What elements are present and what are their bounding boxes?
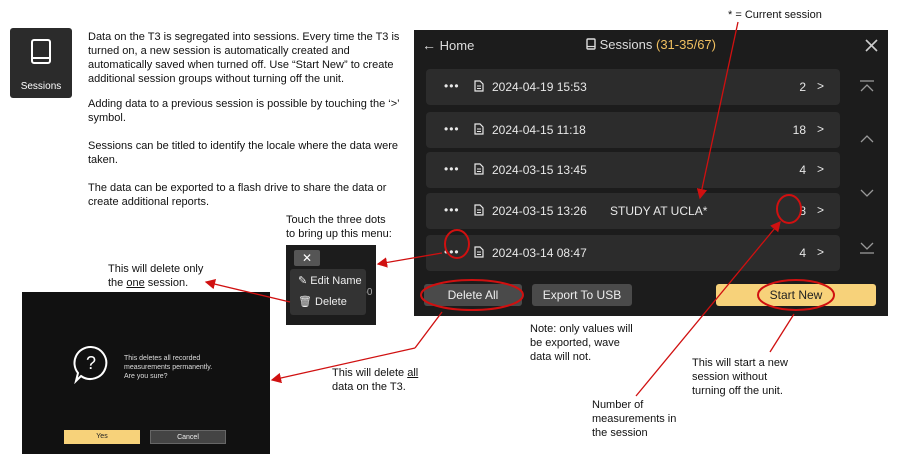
chevron-right-icon[interactable]: > [817,122,824,136]
start-new-note-2: session without [692,371,768,383]
session-row[interactable]: ••• 2024-03-15 13:45 4 > [426,152,840,188]
delete-one-note-2: the one session. [108,277,189,289]
home-label: Home [439,38,475,53]
panel-title: Sessions (31-35/67) [586,37,716,52]
add-data-text: Adding data to a previous session is pos… [88,98,400,124]
delete-label: Delete [315,296,347,308]
chevron-right-icon[interactable]: > [817,203,824,217]
chevron-right-icon[interactable]: > [817,79,824,93]
scroll-bottom-icon[interactable] [859,240,875,254]
values-note-2: be exported, wave [530,337,620,349]
delete-all-button[interactable]: Delete All [424,284,522,306]
row-menu-dots[interactable]: ••• [444,245,460,259]
dialog-line-1: This deletes all recorded [124,355,201,362]
document-icon [474,204,484,216]
delete-one-note-1: This will delete only [108,263,204,275]
confirm-delete-dialog: ? This deletes all recorded measurements… [22,292,270,454]
export-usb-button[interactable]: Export To USB [532,284,632,306]
scroll-down-icon[interactable] [859,188,875,198]
values-note-3: data will not. [530,351,592,363]
row-menu-dots[interactable]: ••• [444,122,460,136]
session-date: 2024-03-15 13:26 [492,204,587,218]
dialog-line-2: measurements permanently. [124,364,213,371]
trash-icon: 🗑 [298,296,312,308]
start-new-note-1: This will start a new [692,357,788,369]
document-icon [474,80,484,92]
session-count: 18 [792,123,806,137]
document-icon [474,246,484,258]
session-row[interactable]: ••• 2024-04-19 15:53 2 > [426,69,840,105]
document-icon [474,163,484,175]
row-menu-dots[interactable]: ••• [444,203,460,217]
panel-range: (31-35/67) [656,37,716,52]
delete-all-note-2: data on the T3. [332,381,406,393]
export-text: The data can be exported to a flash driv… [88,182,387,208]
session-count: 4 [799,246,806,260]
sessions-panel: ← Home Sessions (31-35/67) ••• 2024-04-1… [414,30,888,316]
sessions-icon-tile[interactable]: Sessions [10,28,72,98]
scroll-up-icon[interactable] [859,134,875,144]
intro-text: Data on the T3 is segregated into sessio… [88,31,400,85]
delete-menu-item[interactable]: 🗑 Delete [298,295,347,308]
panel-header: ← Home Sessions (31-35/67) [414,30,888,62]
home-back-button[interactable]: ← Home [422,37,474,53]
session-date: 2024-04-19 15:53 [492,80,587,94]
current-session-note: * = Current session [728,9,822,21]
start-new-note-3: turning off the unit. [692,385,783,397]
delete-all-note-1: This will delete all [332,367,419,379]
session-row[interactable]: ••• 2024-03-15 13:26 STUDY AT UCLA* 8 > [426,193,840,229]
close-icon[interactable] [865,39,878,52]
session-row[interactable]: ••• 2024-03-14 08:47 4 > [426,235,840,271]
edit-name-menu-item[interactable]: ✎ Edit Name [298,274,362,287]
document-icon [474,123,484,135]
measure-note-1: Number of [592,399,644,411]
book-icon [31,39,51,64]
values-note-1: Note: only values will [530,323,633,335]
dialog-cancel-button[interactable]: Cancel [150,430,226,444]
session-date: 2024-03-14 08:47 [492,246,587,260]
question-bubble-icon: ? [73,345,108,384]
row-menu-dots[interactable]: ••• [444,162,460,176]
session-title: STUDY AT UCLA* [610,204,708,218]
scroll-top-icon[interactable] [859,80,875,94]
start-new-line [769,313,795,353]
session-count: 8 [799,204,806,218]
delete-all-line [414,311,443,349]
session-count: 2 [799,80,806,94]
chevron-right-icon[interactable]: > [817,245,824,259]
touch-dots-note-2: to bring up this menu: [286,228,392,240]
touch-dots-note-1: Touch the three dots [286,214,386,226]
session-count: 4 [799,163,806,177]
popup-close-button[interactable]: ✕ [294,250,320,266]
session-row[interactable]: ••• 2024-04-15 11:18 18 > [426,112,840,148]
title-text: Sessions can be titled to identify the l… [88,140,399,166]
row-context-popup: ✕ 4-0 ✎ Edit Name 🗑 Delete [286,245,376,325]
edit-name-label: Edit Name [310,275,362,287]
session-date: 2024-03-15 13:45 [492,163,587,177]
sessions-icon-label: Sessions [20,81,62,92]
row-menu-dots[interactable]: ••• [444,79,460,93]
dialog-line-3: Are you sure? [124,373,168,380]
measure-note-2: measurements in [592,413,677,425]
chevron-right-icon[interactable]: > [817,162,824,176]
pencil-icon: ✎ [298,275,308,287]
popup-menu: ✎ Edit Name 🗑 Delete [290,269,366,315]
start-new-button[interactable]: Start New [716,284,876,306]
book-icon [586,38,596,50]
dialog-yes-button[interactable]: Yes [64,430,140,444]
back-arrow-icon: ← [422,37,436,53]
panel-title-text: Sessions [599,37,653,52]
dialog-message: This deletes all recorded measurements p… [124,354,254,381]
measure-note-3: the session [592,427,648,439]
session-date: 2024-04-15 11:18 [492,123,586,137]
svg-text:?: ? [86,353,96,373]
